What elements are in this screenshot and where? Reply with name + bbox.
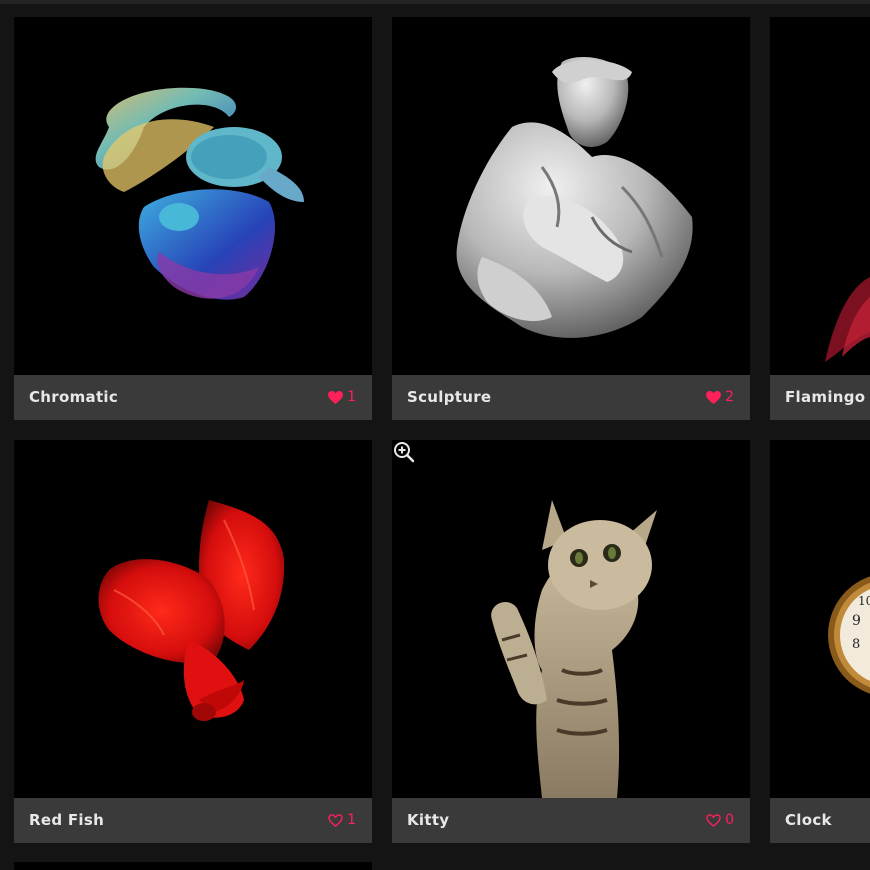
item-title[interactable]: Flamingo [785, 388, 865, 406]
red-fish-image [98, 500, 285, 721]
sculpture-image [456, 57, 693, 338]
svg-text:8: 8 [852, 637, 860, 652]
heart-outline-icon [706, 813, 721, 827]
svg-text:10: 10 [858, 594, 870, 608]
like-button[interactable]: 1 [328, 812, 356, 828]
gallery-item-clock[interactable]: 9 10 8 Clock [770, 440, 870, 843]
heart-outline-icon [328, 813, 343, 827]
like-count: 1 [347, 389, 356, 405]
thumbnail-sculpture[interactable] [392, 17, 750, 375]
like-count: 1 [347, 812, 356, 828]
item-title[interactable]: Kitty [407, 811, 449, 829]
item-title[interactable]: Sculpture [407, 388, 491, 406]
thumbnail-red-fish[interactable] [14, 440, 372, 798]
item-title[interactable]: Chromatic [29, 388, 118, 406]
caption-bar: Flamingo [770, 375, 870, 420]
like-button[interactable]: 0 [706, 812, 734, 828]
item-title[interactable]: Clock [785, 811, 832, 829]
thumbnail-flamingo[interactable] [770, 17, 870, 375]
like-count: 0 [725, 812, 734, 828]
caption-bar: Kitty 0 [392, 798, 750, 843]
gallery-item-red-fish[interactable]: Red Fish 1 [14, 440, 372, 843]
caption-bar: Chromatic 1 [14, 375, 372, 420]
gallery-item-sculpture[interactable]: Sculpture 2 [392, 17, 750, 420]
pocket-watch-image: 9 10 8 [828, 576, 870, 694]
gallery-item-chromatic[interactable]: Chromatic 1 [14, 17, 372, 420]
like-button[interactable]: 2 [706, 389, 734, 405]
zoom-in-icon[interactable] [392, 440, 416, 464]
item-title[interactable]: Red Fish [29, 811, 104, 829]
caption-bar: Red Fish 1 [14, 798, 372, 843]
flamingo-image [825, 277, 870, 362]
thumbnail-clock[interactable]: 9 10 8 [770, 440, 870, 798]
kitten-image [491, 500, 657, 798]
like-button[interactable]: 1 [328, 389, 356, 405]
betta-fish-image [95, 87, 304, 300]
thumbnail-kitty[interactable] [392, 440, 750, 798]
gallery-item-flamingo[interactable]: Flamingo [770, 17, 870, 420]
like-count: 2 [725, 389, 734, 405]
gallery-item-kitty[interactable]: Kitty 0 [392, 440, 750, 843]
thumbnail-chromatic[interactable] [14, 17, 372, 375]
heart-filled-icon [706, 390, 722, 404]
caption-bar: Clock [770, 798, 870, 843]
caption-bar: Sculpture 2 [392, 375, 750, 420]
heart-filled-icon [328, 390, 344, 404]
svg-text:9: 9 [852, 613, 861, 629]
top-bar [0, 0, 870, 4]
next-row-card-top [14, 862, 372, 870]
